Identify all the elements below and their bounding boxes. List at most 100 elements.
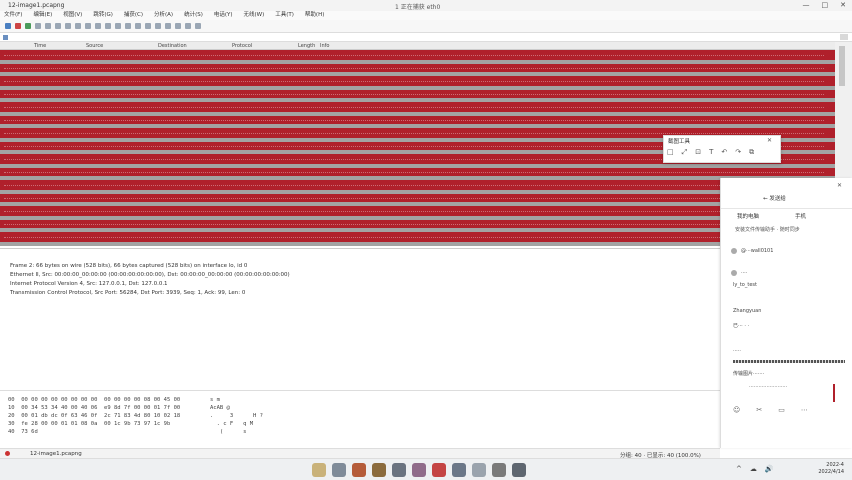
copy-icon[interactable]: ⧉ (749, 148, 754, 157)
reload-icon[interactable] (75, 23, 81, 29)
folder-icon[interactable]: ▭ (778, 406, 785, 414)
arrow-tool-icon[interactable]: ⤢ (682, 148, 688, 157)
volume-icon[interactable]: 🔊 (765, 465, 774, 473)
redo-icon[interactable]: ↷ (735, 148, 741, 157)
app-icon[interactable] (332, 463, 346, 477)
clock[interactable]: 2022-4 2022/4/14 (818, 462, 844, 476)
emoji-icon[interactable]: ☺ (733, 406, 740, 414)
menu-capture[interactable]: 捕获(C) (124, 11, 143, 20)
menu-tools[interactable]: 工具(T) (275, 11, 294, 20)
display-filter-bar[interactable] (0, 32, 852, 42)
last-icon[interactable] (135, 23, 141, 29)
app-icon[interactable] (432, 463, 446, 477)
packet-row[interactable] (0, 76, 835, 86)
text-tool-icon[interactable]: T (709, 148, 713, 157)
save-icon[interactable] (55, 23, 61, 29)
panel-link[interactable]: ························ (749, 384, 787, 390)
app-icon[interactable] (372, 463, 386, 477)
colorize-icon[interactable] (155, 23, 161, 29)
column-source[interactable]: Source (86, 43, 103, 49)
packet-row[interactable] (0, 90, 835, 98)
tab-phone[interactable]: 手机 (795, 212, 806, 220)
close-icon[interactable]: ✕ (837, 182, 842, 189)
menu-help[interactable]: 帮助(H) (305, 11, 324, 20)
menu-statistics[interactable]: 统计(S) (184, 11, 203, 20)
app-icon[interactable] (352, 463, 366, 477)
packet-row[interactable] (0, 180, 835, 190)
resize-columns-icon[interactable] (195, 23, 201, 29)
close-icon[interactable]: ✕ (840, 1, 846, 9)
column-time[interactable]: Time (34, 43, 46, 49)
find-icon[interactable] (85, 23, 91, 29)
app-icon[interactable] (312, 463, 326, 477)
packet-row[interactable] (0, 242, 835, 246)
menu-analyze[interactable]: 分析(A) (154, 11, 173, 20)
list-item[interactable]: 传输图片······· (733, 370, 764, 377)
list-item[interactable]: @···wall0101 (741, 248, 773, 254)
undo-icon[interactable]: ↶ (721, 148, 727, 157)
column-destination[interactable]: Destination (158, 43, 187, 49)
detail-tcp[interactable]: Transmission Control Protocol, Src Port:… (10, 290, 245, 296)
back-icon[interactable] (95, 23, 101, 29)
detail-frame[interactable]: Frame 2: 66 bytes on wire (528 bits), 66… (10, 263, 247, 269)
menu-wireless[interactable]: 无线(W) (244, 11, 265, 20)
app-icon[interactable] (492, 463, 506, 477)
autoscroll-icon[interactable] (145, 23, 151, 29)
restart-capture-icon[interactable] (25, 23, 31, 29)
list-item[interactable]: ···· (741, 270, 747, 276)
tray-expand-icon[interactable]: ^ (736, 465, 742, 473)
minimize-icon[interactable]: — (803, 1, 810, 9)
maximize-icon[interactable]: □ (822, 1, 829, 9)
app-icon[interactable] (392, 463, 406, 477)
app-icon[interactable] (472, 463, 486, 477)
cloud-icon[interactable]: ☁ (750, 465, 757, 473)
packet-row[interactable] (0, 220, 835, 228)
mosaic-tool-icon[interactable]: ⊡ (695, 148, 701, 157)
packet-row[interactable] (0, 64, 835, 72)
packet-row[interactable] (0, 116, 835, 124)
tab-my-computer[interactable]: 我的电脑 (737, 212, 759, 220)
packet-row[interactable] (0, 194, 835, 202)
goto-icon[interactable] (115, 23, 121, 29)
scissors-icon[interactable]: ✂ (756, 406, 762, 414)
detail-ethernet[interactable]: Ethernet II, Src: 00:00:00_00:00:00 (00:… (10, 272, 290, 278)
column-protocol[interactable]: Protocol (232, 43, 252, 49)
menu-edit[interactable]: 编辑(E) (33, 11, 52, 20)
list-item[interactable]: 已··· · · (733, 322, 749, 329)
close-icon[interactable]: ✕ (767, 137, 772, 144)
options-icon[interactable] (35, 23, 41, 29)
more-icon[interactable]: ⋯ (801, 406, 808, 414)
start-capture-icon[interactable] (5, 23, 11, 29)
zoom-out-icon[interactable] (175, 23, 181, 29)
bookmark-icon[interactable] (3, 35, 8, 40)
rect-tool-icon[interactable]: □ (667, 148, 674, 157)
menu-telephony[interactable]: 电话(Y) (214, 11, 233, 20)
zoom-in-icon[interactable] (165, 23, 171, 29)
app-icon[interactable] (412, 463, 426, 477)
menu-go[interactable]: 跳转(G) (93, 11, 113, 20)
column-info[interactable]: Info (320, 43, 329, 49)
detail-ip[interactable]: Internet Protocol Version 4, Src: 127.0.… (10, 281, 168, 287)
menu-view[interactable]: 视图(V) (63, 11, 82, 20)
packet-row[interactable] (0, 50, 835, 60)
list-item[interactable]: ····· (733, 348, 741, 354)
open-icon[interactable] (45, 23, 51, 29)
app-icon[interactable] (452, 463, 466, 477)
menu-file[interactable]: 文件(F) (4, 11, 22, 20)
packet-row[interactable] (0, 102, 835, 112)
column-length[interactable]: Length (298, 43, 315, 49)
zoom-reset-icon[interactable] (185, 23, 191, 29)
first-icon[interactable] (125, 23, 131, 29)
scrollbar-thumb[interactable] (839, 46, 845, 86)
stop-capture-icon[interactable] (15, 23, 21, 29)
close-file-icon[interactable] (65, 23, 71, 29)
list-item[interactable]: Zhangyuan (733, 308, 761, 314)
app-icon[interactable] (512, 463, 526, 477)
packet-row[interactable] (0, 232, 835, 242)
apply-filter-button[interactable] (840, 34, 848, 40)
packet-row[interactable] (0, 168, 835, 176)
forward-icon[interactable] (105, 23, 111, 29)
capture-status-icon[interactable] (5, 451, 10, 456)
packet-row[interactable] (0, 206, 835, 216)
list-item[interactable]: ly_to_test (733, 282, 757, 288)
